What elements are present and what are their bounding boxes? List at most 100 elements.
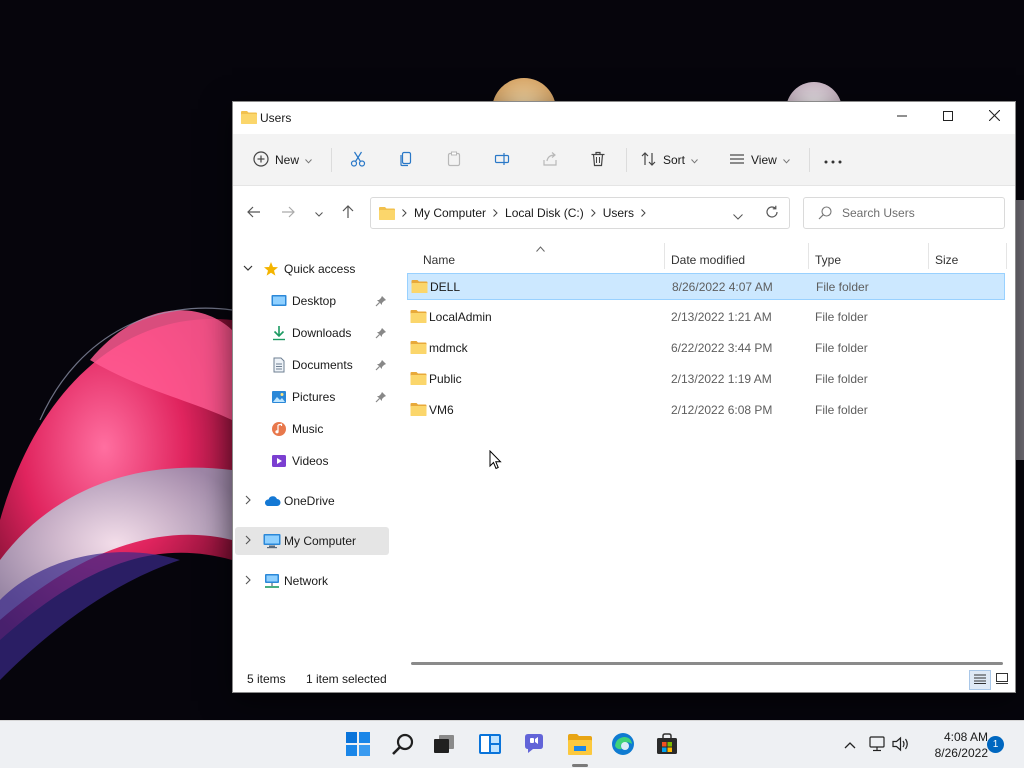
chevron-right-icon[interactable] bbox=[243, 494, 253, 508]
chevron-right-icon bbox=[402, 209, 407, 217]
file-date: 2/12/2022 6:08 PM bbox=[671, 402, 773, 417]
up-button[interactable] bbox=[338, 203, 358, 223]
copy-button[interactable] bbox=[398, 146, 414, 174]
file-explorer-icon bbox=[567, 732, 593, 759]
taskbar-search-button[interactable] bbox=[387, 729, 419, 761]
sidebar-item-quick-access[interactable]: Quick access bbox=[235, 255, 389, 283]
cut-button[interactable] bbox=[350, 146, 366, 174]
column-header-date[interactable]: Date modified bbox=[671, 247, 807, 273]
item-count: 5 items bbox=[247, 672, 286, 686]
network-status-button[interactable] bbox=[868, 735, 888, 755]
chevron-right-icon[interactable] bbox=[590, 209, 596, 217]
sort-button[interactable]: Sort bbox=[641, 146, 698, 174]
navigation-pane: Quick access Desktop Downloads Documents… bbox=[233, 239, 391, 659]
table-row[interactable]: LocalAdmin 2/13/2022 1:21 AM File folder bbox=[407, 304, 1005, 331]
store-button[interactable] bbox=[651, 729, 683, 761]
view-list-icon bbox=[729, 151, 745, 170]
column-header-size[interactable]: Size bbox=[935, 247, 1005, 273]
sidebar-item-desktop[interactable]: Desktop bbox=[235, 287, 389, 315]
edge-icon bbox=[611, 732, 635, 759]
edge-button[interactable] bbox=[607, 729, 639, 761]
breadcrumb: My Computer Local Disk (C:) Users bbox=[379, 198, 653, 228]
address-history-button[interactable] bbox=[733, 209, 743, 223]
chevron-right-icon[interactable] bbox=[243, 574, 253, 588]
recent-locations-button[interactable] bbox=[309, 203, 329, 223]
paste-button[interactable] bbox=[446, 146, 462, 174]
chevron-right-icon[interactable] bbox=[493, 209, 498, 217]
share-button[interactable] bbox=[542, 146, 558, 174]
cloud-icon bbox=[263, 493, 281, 512]
sidebar-item-network[interactable]: Network bbox=[235, 567, 389, 595]
column-divider[interactable] bbox=[928, 243, 929, 269]
details-view-button[interactable] bbox=[969, 670, 991, 690]
sidebar-item-my-computer[interactable]: My Computer bbox=[235, 527, 389, 555]
sidebar-item-pictures[interactable]: Pictures bbox=[235, 383, 389, 411]
chat-icon bbox=[522, 732, 546, 759]
file-date: 8/26/2022 4:07 AM bbox=[672, 279, 773, 294]
status-bar: 5 items 1 item selected bbox=[233, 668, 1015, 692]
close-button[interactable] bbox=[971, 102, 1017, 132]
chevron-down-icon[interactable] bbox=[243, 262, 253, 276]
rename-button[interactable] bbox=[494, 146, 510, 174]
sidebar-label-pictures: Pictures bbox=[292, 390, 336, 404]
search-input[interactable] bbox=[842, 204, 992, 222]
table-row[interactable]: Public 2/13/2022 1:19 AM File folder bbox=[407, 366, 1005, 393]
column-divider[interactable] bbox=[664, 243, 665, 269]
table-row[interactable]: mdmck 6/22/2022 3:44 PM File folder bbox=[407, 335, 1005, 362]
new-button[interactable]: New bbox=[253, 146, 312, 174]
large-icons-view-button[interactable] bbox=[991, 670, 1013, 690]
clock-time: 4:08 AM bbox=[943, 730, 988, 744]
back-button[interactable] bbox=[244, 203, 264, 223]
title-bar[interactable]: Users bbox=[233, 102, 1015, 134]
column-header-type-label: Type bbox=[815, 253, 842, 267]
show-hidden-icons-button[interactable] bbox=[840, 735, 860, 755]
paste-icon bbox=[446, 151, 462, 170]
file-explorer-window: Users New Sort View My Computer Local Di… bbox=[232, 101, 1016, 693]
sidebar-item-documents[interactable]: Documents bbox=[235, 351, 389, 379]
sidebar-item-music[interactable]: Music bbox=[235, 415, 389, 443]
more-options-button[interactable] bbox=[824, 146, 842, 174]
chevron-right-icon[interactable] bbox=[641, 209, 646, 217]
breadcrumb-my-computer[interactable]: My Computer bbox=[414, 206, 486, 220]
widgets-icon bbox=[478, 732, 502, 759]
task-view-button[interactable] bbox=[428, 729, 460, 761]
clock[interactable]: 4:08 AM 8/26/2022 bbox=[920, 729, 988, 761]
table-row[interactable]: VM6 2/12/2022 6:08 PM File folder bbox=[407, 397, 1005, 424]
minimize-button[interactable] bbox=[879, 102, 925, 132]
details-view-icon bbox=[974, 673, 986, 687]
chevron-right-icon[interactable] bbox=[243, 534, 253, 548]
horizontal-scrollbar[interactable] bbox=[411, 662, 1003, 665]
refresh-icon bbox=[765, 205, 779, 222]
breadcrumb-local-disk[interactable]: Local Disk (C:) bbox=[505, 206, 584, 220]
sidebar-label-onedrive: OneDrive bbox=[284, 494, 335, 508]
file-type: File folder bbox=[815, 340, 868, 355]
view-button[interactable]: View bbox=[729, 146, 790, 174]
forward-button[interactable] bbox=[278, 203, 298, 223]
volume-button[interactable] bbox=[891, 735, 911, 755]
column-divider[interactable] bbox=[1006, 243, 1007, 269]
notification-badge[interactable]: 1 bbox=[987, 736, 1004, 753]
sidebar-item-onedrive[interactable]: OneDrive bbox=[235, 487, 389, 515]
table-row[interactable]: DELL 8/26/2022 4:07 AM File folder bbox=[407, 273, 1005, 300]
folder-icon bbox=[410, 371, 427, 388]
breadcrumb-users[interactable]: Users bbox=[603, 206, 634, 220]
column-divider[interactable] bbox=[808, 243, 809, 269]
new-label: New bbox=[275, 153, 300, 167]
column-header-type[interactable]: Type bbox=[815, 247, 927, 273]
maximize-button[interactable] bbox=[925, 102, 971, 132]
taskbar-file-explorer-button[interactable] bbox=[564, 729, 596, 761]
folder-icon bbox=[379, 206, 395, 220]
chat-button[interactable] bbox=[518, 729, 550, 761]
sidebar-item-videos[interactable]: Videos bbox=[235, 447, 389, 475]
column-header-size-label: Size bbox=[935, 253, 959, 267]
address-bar[interactable]: My Computer Local Disk (C:) Users bbox=[370, 197, 790, 229]
column-header-name[interactable]: Name bbox=[423, 247, 663, 273]
file-type: File folder bbox=[815, 402, 868, 417]
refresh-button[interactable] bbox=[765, 205, 779, 222]
delete-button[interactable] bbox=[590, 146, 606, 174]
video-icon bbox=[271, 453, 287, 472]
search-box[interactable] bbox=[803, 197, 1005, 229]
sidebar-item-downloads[interactable]: Downloads bbox=[235, 319, 389, 347]
start-button[interactable] bbox=[342, 729, 374, 761]
widgets-button[interactable] bbox=[474, 729, 506, 761]
